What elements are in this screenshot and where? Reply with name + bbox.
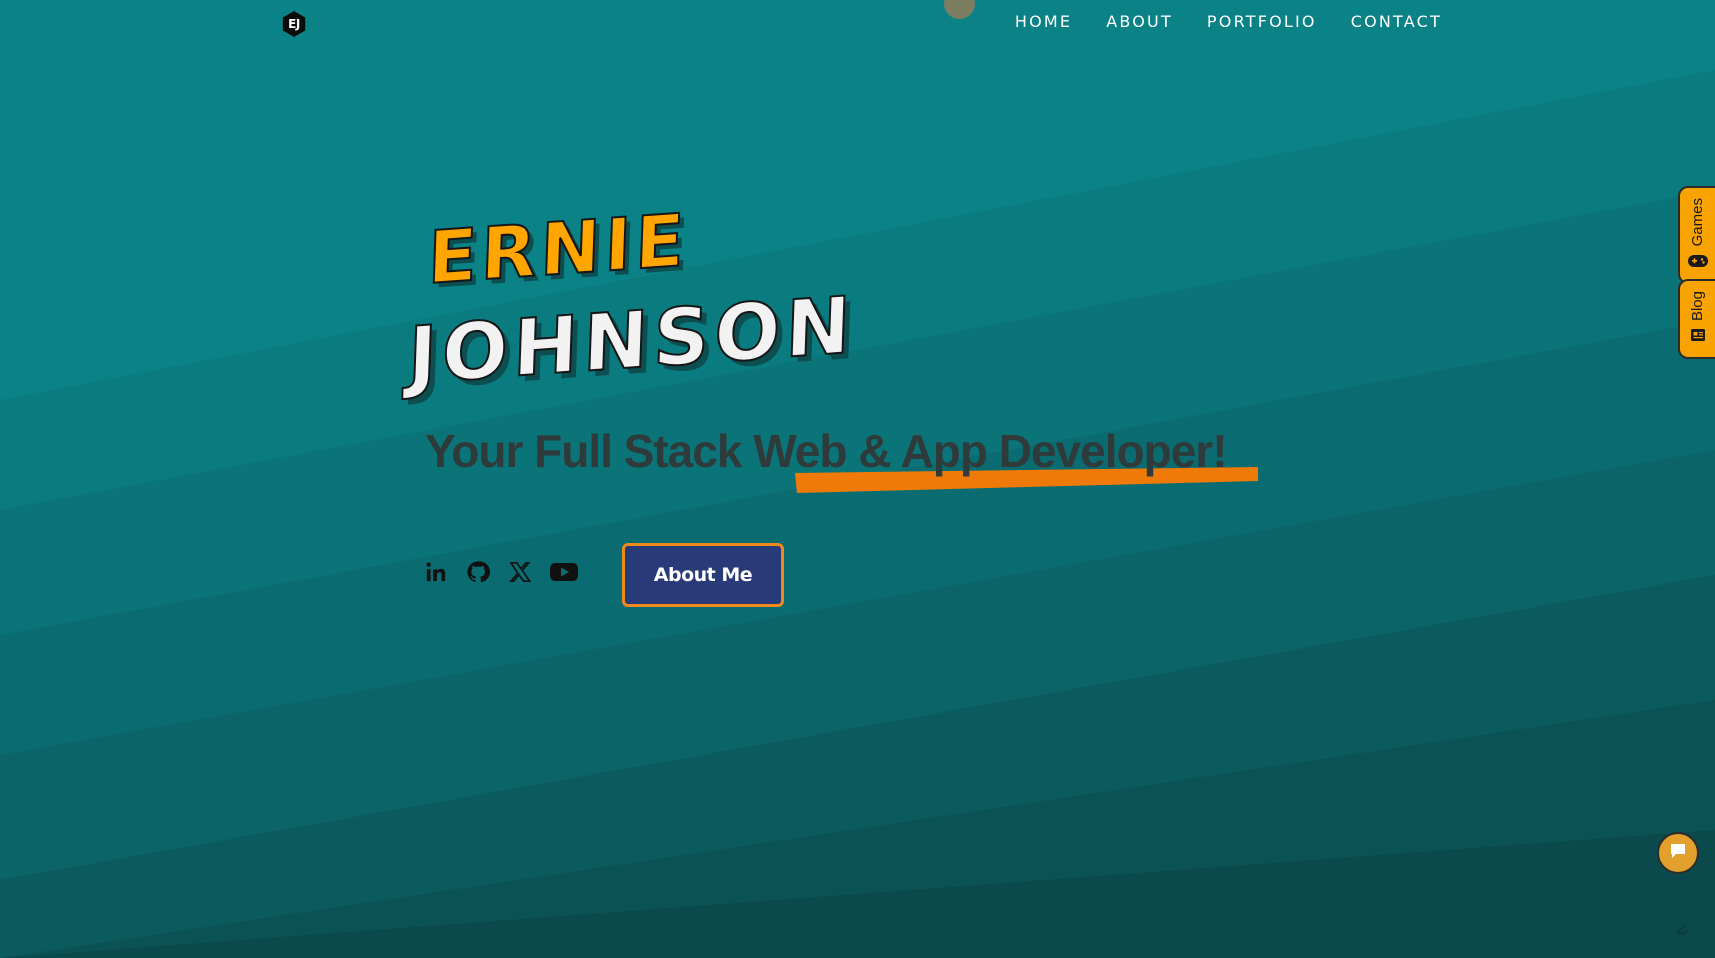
- chat-button[interactable]: [1657, 832, 1699, 874]
- logo-text: EJ: [288, 17, 300, 31]
- side-tab-games[interactable]: Games: [1678, 186, 1715, 284]
- social-links: [424, 560, 578, 584]
- linkedin-icon[interactable]: [424, 560, 448, 584]
- side-tab-blog-label: Blog: [1689, 290, 1706, 322]
- blog-icon: [1690, 327, 1706, 347]
- side-tab-blog[interactable]: Blog: [1678, 279, 1715, 359]
- github-icon[interactable]: [466, 560, 490, 584]
- nav-link-portfolio[interactable]: PORTFOLIO: [1207, 12, 1317, 31]
- chat-bubble-icon: [1669, 842, 1687, 864]
- nav-link-about[interactable]: ABOUT: [1106, 12, 1173, 31]
- about-me-button[interactable]: About Me: [622, 543, 784, 607]
- nav-link-contact[interactable]: CONTACT: [1351, 12, 1442, 31]
- tagline-prefix: Your Full Stack: [425, 425, 754, 477]
- top-nav: HOME ABOUT PORTFOLIO CONTACT: [1015, 12, 1442, 31]
- hero-first-name: ERNIE: [426, 197, 691, 302]
- hero-tagline: Your Full Stack Web & App Developer!: [425, 424, 1228, 478]
- nav-link-home[interactable]: HOME: [1015, 12, 1072, 31]
- x-twitter-icon[interactable]: [508, 560, 532, 584]
- side-tab-games-label: Games: [1689, 198, 1706, 247]
- youtube-icon[interactable]: [550, 560, 578, 584]
- tagline-highlight: Web & App Developer!: [753, 425, 1227, 477]
- gamepad-icon: [1687, 253, 1708, 272]
- corner-widget-icon[interactable]: [1672, 920, 1692, 940]
